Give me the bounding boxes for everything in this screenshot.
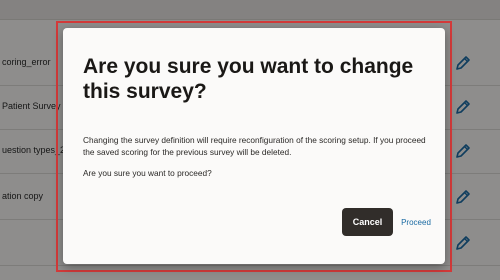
cancel-button[interactable]: Cancel	[342, 208, 393, 236]
dialog-message: Changing the survey definition will requ…	[83, 135, 426, 157]
dialog-question: Are you sure you want to proceed?	[83, 168, 212, 178]
proceed-button[interactable]: Proceed	[396, 208, 436, 236]
dialog-title: Are you sure you want to change this sur…	[83, 55, 414, 103]
confirm-change-survey-dialog: Are you sure you want to change this sur…	[63, 28, 445, 264]
